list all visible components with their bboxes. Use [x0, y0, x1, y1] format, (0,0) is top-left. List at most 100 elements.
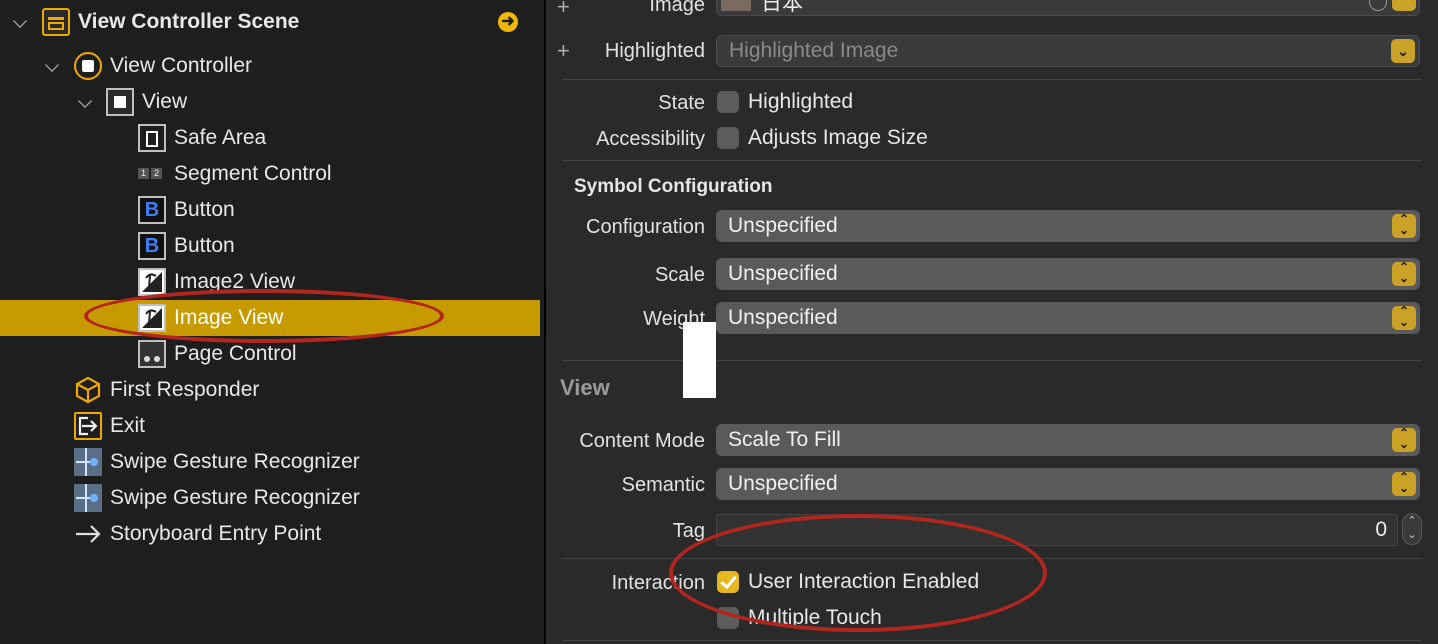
outline-row-label: View Controller — [110, 54, 253, 77]
adjusts-image-size-label: Adjusts Image Size — [748, 126, 928, 149]
semantic-popup[interactable]: Unspecified ⌃ ⌄ — [716, 468, 1420, 500]
outline-row-view-controller-scene[interactable]: View Controller Scene — [0, 4, 540, 40]
scale-value: Unspecified — [728, 262, 838, 285]
outline-row-view-controller[interactable]: View Controller — [0, 48, 540, 84]
outline-row-button[interactable]: B Button — [0, 228, 540, 264]
multiple-touch-checkbox[interactable] — [717, 607, 739, 629]
button-icon: B — [138, 196, 166, 224]
chevron-down-icon[interactable] — [12, 13, 28, 29]
separator — [562, 558, 1422, 559]
outline-row-label: Page Control — [174, 342, 297, 365]
segment-glyph: 2 — [151, 168, 162, 179]
highlighted-image-popup[interactable]: Highlighted Image ⌄ — [716, 35, 1420, 67]
interaction-label: Interaction — [611, 572, 705, 594]
scale-label: Scale — [654, 264, 705, 286]
outline-row-safe-area[interactable]: Safe Area — [0, 120, 540, 156]
user-interaction-enabled-label: User Interaction Enabled — [748, 570, 980, 593]
outline-row-exit[interactable]: Exit — [0, 408, 540, 444]
image-view-icon — [138, 268, 166, 296]
separator — [562, 160, 1422, 161]
outline-row-label: Button — [174, 198, 235, 221]
highlighted-checkbox-label: Highlighted — [748, 90, 854, 113]
document-outline: View Controller Scene ➜ View Controller … — [0, 0, 544, 644]
chevron-up-down-icon[interactable]: ⌃ ⌄ — [1392, 471, 1416, 496]
navigate-circle-icon[interactable] — [1369, 0, 1387, 11]
chevron-up-down-icon[interactable]: ⌃ ⌄ — [1392, 305, 1416, 330]
outline-row-label: Image2 View — [174, 270, 296, 293]
highlighted-label: Highlighted — [604, 40, 705, 62]
outline-row-label: View Controller Scene — [78, 10, 300, 33]
tag-field[interactable]: 0 — [716, 514, 1398, 546]
outline-row-page-control[interactable]: Page Control — [0, 336, 540, 372]
chevron-up-down-icon[interactable]: ⌃ ⌄ — [1392, 427, 1416, 452]
semantic-label: Semantic — [621, 474, 705, 496]
user-interaction-enabled-checkbox[interactable] — [717, 571, 739, 593]
outline-row-image-view[interactable]: Image View — [0, 300, 540, 336]
image-thumbnail — [721, 0, 751, 11]
content-mode-popup[interactable]: Scale To Fill ⌃ ⌄ — [716, 424, 1420, 456]
view-controller-icon — [74, 52, 102, 80]
content-mode-label: Content Mode — [579, 430, 705, 452]
first-responder-icon — [74, 376, 102, 404]
go-to-scene-arrow-icon[interactable]: ➜ — [498, 12, 518, 32]
scale-popup[interactable]: Unspecified ⌃ ⌄ — [716, 258, 1420, 290]
outline-row-segment-control[interactable]: 1 2 Segment Control — [0, 156, 540, 192]
tag-stepper[interactable]: ⌃ ⌄ — [1402, 513, 1422, 545]
outline-row-label: Image View — [174, 306, 284, 329]
attributes-inspector: + Image 日本 + Highlighted Highlighted Ima… — [546, 0, 1438, 644]
highlighted-image-placeholder: Highlighted Image — [729, 39, 899, 62]
outline-row-first-responder[interactable]: First Responder — [0, 372, 540, 408]
chevron-up-down-icon[interactable]: ⌃ ⌄ — [1392, 213, 1416, 238]
outline-row-button[interactable]: B Button — [0, 192, 540, 228]
outline-row-view[interactable]: View — [0, 84, 540, 120]
add-variation-icon[interactable]: + — [557, 0, 570, 20]
tag-value: 0 — [1375, 518, 1387, 541]
outline-row-label: First Responder — [110, 378, 260, 401]
scene-icon — [42, 8, 70, 36]
outline-row-label: Exit — [110, 414, 146, 437]
image-label: Image — [649, 0, 705, 16]
outline-row-swipe-gesture-recognizer[interactable]: Swipe Gesture Recognizer — [0, 444, 540, 480]
chevron-down-icon[interactable] — [1392, 0, 1416, 11]
outline-row-label: Button — [174, 234, 235, 257]
tag-label: Tag — [672, 520, 705, 542]
configuration-value: Unspecified — [728, 214, 838, 237]
outline-row-label: Swipe Gesture Recognizer — [110, 450, 360, 473]
exit-icon — [74, 412, 102, 440]
content-mode-value: Scale To Fill — [728, 428, 841, 451]
accessibility-label: Accessibility — [596, 128, 705, 150]
swipe-gesture-icon — [74, 484, 102, 512]
outline-row-label: Swipe Gesture Recognizer — [110, 486, 360, 509]
add-variation-icon[interactable]: + — [557, 38, 570, 64]
button-icon: B — [138, 232, 166, 260]
view-section-header: View — [560, 375, 610, 400]
outline-row-label: Storyboard Entry Point — [110, 522, 322, 545]
image-view-icon — [138, 304, 166, 332]
image-popup[interactable]: 日本 — [716, 0, 1420, 16]
outline-row-image2-view[interactable]: Image2 View — [0, 264, 540, 300]
segment-glyph: 1 — [138, 168, 149, 179]
segmented-control-icon: 1 2 — [138, 160, 166, 188]
separator — [562, 79, 1422, 80]
outline-row-swipe-gesture-recognizer[interactable]: Swipe Gesture Recognizer — [0, 480, 540, 516]
symbol-configuration-header: Symbol Configuration — [574, 176, 773, 197]
chevron-down-icon[interactable] — [44, 57, 60, 73]
highlighted-checkbox[interactable] — [717, 91, 739, 113]
separator — [562, 640, 1422, 641]
image-value: 日本 — [761, 0, 803, 15]
view-icon — [106, 88, 134, 116]
outline-row-storyboard-entry-point[interactable]: Storyboard Entry Point — [0, 516, 540, 552]
configuration-popup[interactable]: Unspecified ⌃ ⌄ — [716, 210, 1420, 242]
state-label: State — [658, 92, 705, 114]
chevron-up-down-icon[interactable]: ⌃ ⌄ — [1392, 261, 1416, 286]
weight-value: Unspecified — [728, 306, 838, 329]
outline-row-label: View — [142, 90, 188, 113]
page-control-icon — [138, 340, 166, 368]
weight-popup[interactable]: Unspecified ⌃ ⌄ — [716, 302, 1420, 334]
chevron-down-icon[interactable]: ⌄ — [1391, 39, 1415, 63]
multiple-touch-label: Multiple Touch — [748, 606, 882, 629]
adjusts-image-size-checkbox[interactable] — [717, 127, 739, 149]
chevron-down-icon[interactable] — [77, 93, 93, 109]
entry-arrow-icon — [74, 520, 102, 548]
redaction-block — [683, 322, 716, 398]
